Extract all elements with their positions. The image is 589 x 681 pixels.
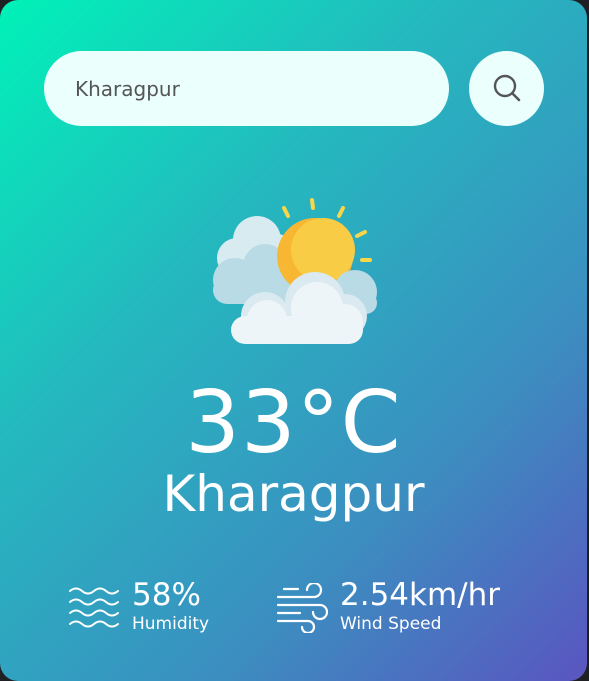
humidity-panel: 58% Humidity	[68, 575, 268, 635]
wind-value: 2.54km/hr	[340, 577, 501, 613]
wind-label: Wind Speed	[340, 614, 442, 634]
wind-icon	[276, 583, 328, 633]
humidity-value: 58%	[132, 577, 201, 613]
search-bar	[44, 51, 544, 126]
weather-card: 33°C Kharagpur 58% Humidity 2.54km/hr Wi…	[0, 0, 587, 681]
wind-panel: 2.54km/hr Wind Speed	[276, 575, 536, 635]
search-button[interactable]	[469, 51, 544, 126]
search-icon	[493, 74, 521, 102]
search-input[interactable]	[44, 51, 449, 126]
humidity-waves-icon	[69, 587, 119, 628]
humidity-label: Humidity	[132, 614, 210, 634]
city-name: Kharagpur	[162, 465, 425, 523]
partly-cloudy-icon	[213, 198, 377, 344]
